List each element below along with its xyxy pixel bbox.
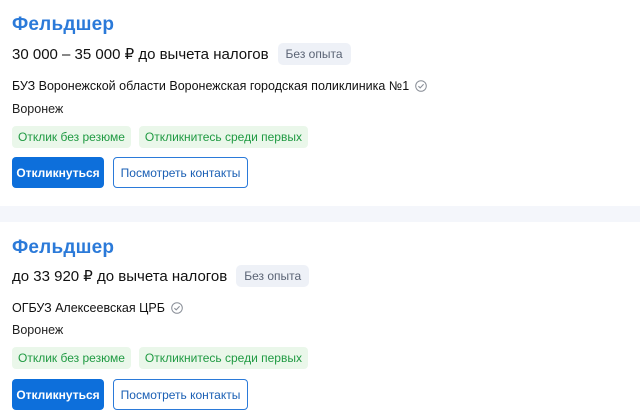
city: Воронеж xyxy=(12,323,64,337)
salary-row: до 33 920 ₽ до вычета налогов Без опыта xyxy=(12,264,310,288)
vacancy-card: Фельдшер до 33 920 ₽ до вычета налогов Б… xyxy=(0,222,640,419)
tag: Отклик без резюме xyxy=(12,347,131,369)
city: Воронеж xyxy=(12,102,64,116)
tag: Откликнитесь среди первых xyxy=(138,347,308,369)
vacancy-title-link[interactable]: Фельдшер xyxy=(12,14,114,36)
vacancy-title-link[interactable]: Фельдшер xyxy=(12,237,114,259)
salary: до 33 920 ₽ до вычета налогов xyxy=(12,268,228,285)
tag: Отклик без резюме xyxy=(12,126,131,148)
company-row: БУЗ Воронежской области Воронежская горо… xyxy=(12,79,428,93)
salary-row: 30 000 – 35 000 ₽ до вычета налогов Без … xyxy=(12,42,351,66)
respond-button[interactable]: Откликнуться xyxy=(12,157,104,188)
experience-badge: Без опыта xyxy=(236,265,310,287)
tag-list: Отклик без резюме Откликнитесь среди пер… xyxy=(12,347,316,369)
check-circle-icon xyxy=(415,80,428,92)
tag-list: Отклик без резюме Откликнитесь среди пер… xyxy=(12,126,316,148)
vacancy-card: Фельдшер 30 000 – 35 000 ₽ до вычета нал… xyxy=(0,0,640,206)
company-row: ОГБУЗ Алексеевская ЦРБ xyxy=(12,301,183,315)
view-contacts-button[interactable]: Посмотреть контакты xyxy=(113,157,248,188)
card-divider xyxy=(0,206,640,222)
view-contacts-button[interactable]: Посмотреть контакты xyxy=(113,379,248,410)
check-circle-icon xyxy=(171,302,183,314)
company-link[interactable]: БУЗ Воронежской области Воронежская горо… xyxy=(12,79,409,93)
respond-button[interactable]: Откликнуться xyxy=(12,379,104,410)
salary: 30 000 – 35 000 ₽ до вычета налогов xyxy=(12,46,269,63)
tag: Откликнитесь среди первых xyxy=(138,126,308,148)
company-link[interactable]: ОГБУЗ Алексеевская ЦРБ xyxy=(12,301,165,315)
experience-badge: Без опыта xyxy=(277,43,351,65)
